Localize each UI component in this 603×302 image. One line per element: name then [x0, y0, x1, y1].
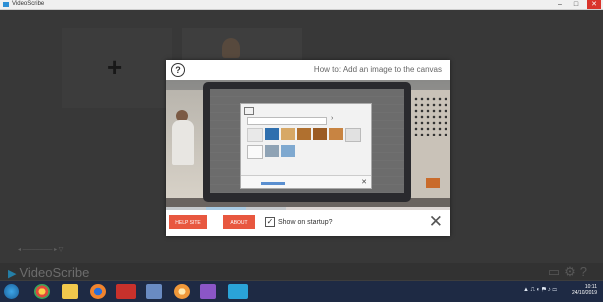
- maximize-button[interactable]: □: [569, 0, 583, 9]
- laptop-screen: › ✕: [210, 89, 404, 193]
- show-on-startup[interactable]: ✓ Show on startup?: [265, 217, 332, 227]
- modal-header: ? How to: Add an image to the canvas: [166, 60, 450, 80]
- image-tile: [313, 128, 327, 140]
- startup-checkbox[interactable]: ✓: [265, 217, 275, 227]
- image-tile: [345, 128, 361, 142]
- g-icon[interactable]: [200, 284, 216, 299]
- about-button[interactable]: ABOUT: [223, 215, 255, 229]
- help-site-button[interactable]: HELP SITE: [169, 215, 207, 229]
- firefox-icon[interactable]: [90, 284, 106, 299]
- window-title-bar: VideoScribe – □ ✕: [0, 0, 603, 10]
- question-mark-icon[interactable]: ?: [171, 63, 185, 77]
- tutorial-video[interactable]: › ✕ ◆ ◆ ◆ ◆ ◆ ◆: [166, 80, 450, 230]
- image-tile: [297, 128, 311, 140]
- image-tile: [247, 145, 263, 159]
- tutorial-modal: ? How to: Add an image to the canvas › ✕…: [166, 60, 450, 236]
- windows-taskbar: ▲ ⎍ ◐ ⚑ ♪ ▭ 10:11 24/10/2019: [0, 281, 603, 302]
- window-title: VideoScribe: [12, 1, 45, 7]
- image-tile: [247, 128, 263, 142]
- image-tile: [265, 145, 279, 157]
- image-row: [247, 145, 365, 159]
- minimize-button[interactable]: –: [553, 0, 567, 9]
- tray-icons[interactable]: ▲ ⎍ ◐ ⚑ ♪ ▭: [523, 287, 557, 294]
- clock-date[interactable]: 24/10/2019: [572, 290, 597, 296]
- image-tile: [281, 145, 295, 157]
- modal-title: How to: Add an image to the canvas: [313, 65, 442, 74]
- image-tile: [265, 128, 279, 140]
- person-figure: [172, 120, 194, 165]
- image-tile: [329, 128, 343, 140]
- image-library-dialog: › ✕: [240, 103, 372, 189]
- origin-icon[interactable]: [174, 284, 190, 299]
- videoscribe-icon[interactable]: [228, 284, 248, 299]
- file-explorer-icon[interactable]: [62, 284, 78, 299]
- autodesk-icon[interactable]: [116, 284, 136, 299]
- dialog-footer: ✕: [241, 175, 371, 188]
- dialog-link: [261, 182, 285, 185]
- image-row: [247, 128, 365, 142]
- videoscribe-app-icon: [3, 2, 9, 7]
- dialog-close-icon: ✕: [361, 179, 367, 186]
- windows-start-icon[interactable]: [4, 284, 19, 299]
- system-tray: ▲ ⎍ ◐ ⚑ ♪ ▭ 10:11 24/10/2019: [523, 284, 597, 296]
- close-modal-icon[interactable]: ✕: [429, 212, 443, 232]
- wall-pattern: [413, 96, 447, 136]
- image-tile: [281, 128, 295, 140]
- close-window-button[interactable]: ✕: [587, 0, 601, 9]
- image-search-field: [247, 117, 327, 125]
- modal-footer: HELP SITE ABOUT ✓ Show on startup? ✕: [166, 210, 450, 236]
- startup-label: Show on startup?: [278, 218, 333, 226]
- folder-tab-icon: [244, 107, 254, 115]
- calendar-icon[interactable]: [146, 284, 162, 299]
- desk-object: [426, 178, 440, 188]
- chrome-icon[interactable]: [34, 284, 50, 299]
- chevron-right-icon: ›: [331, 115, 334, 122]
